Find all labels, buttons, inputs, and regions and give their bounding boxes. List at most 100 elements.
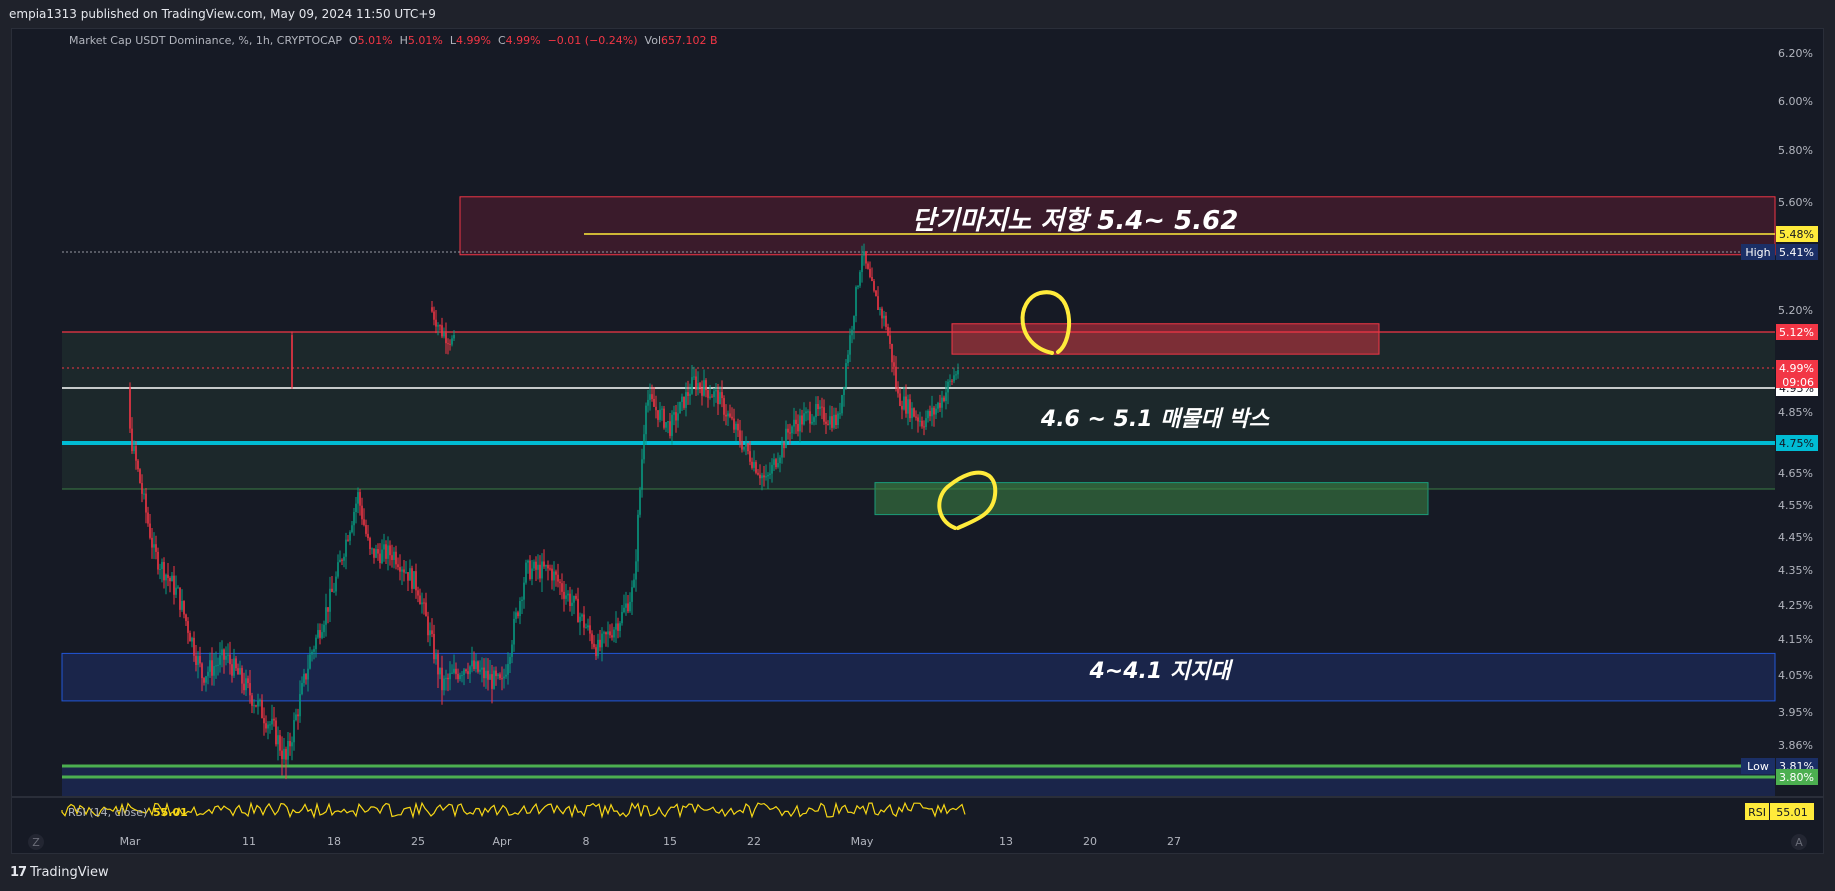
- green-tag-text: 3.80%: [1779, 771, 1814, 784]
- candle-body: [599, 639, 601, 648]
- candle-body: [747, 443, 749, 452]
- candle-body: [885, 315, 887, 327]
- z-button-label: Z: [32, 836, 40, 849]
- candle-body: [351, 525, 353, 533]
- candle-body: [495, 670, 497, 677]
- candle-body: [953, 375, 955, 382]
- candle-body: [531, 568, 533, 580]
- candle-body: [459, 675, 461, 680]
- candle-body: [249, 683, 251, 696]
- target-red-box[interactable]: [951, 323, 1380, 355]
- candle-body: [521, 599, 523, 602]
- candle-body: [761, 475, 763, 479]
- candle-body: [225, 655, 227, 660]
- candle-body: [403, 569, 405, 573]
- candle-body: [463, 669, 465, 675]
- candle-body: [245, 678, 247, 691]
- time-tick-label: 18: [327, 835, 341, 848]
- candle-body: [195, 655, 197, 665]
- time-tick-label: 15: [663, 835, 677, 848]
- candle-body: [693, 376, 695, 378]
- candle-body: [857, 285, 859, 288]
- candle-body: [675, 412, 677, 421]
- candle-body: [775, 459, 777, 468]
- candle-body: [461, 674, 463, 676]
- support-zone[interactable]: [61, 652, 1776, 702]
- candle-body: [823, 407, 825, 422]
- candle-body: [323, 624, 325, 633]
- candle-body: [607, 631, 609, 635]
- candle-body: [715, 390, 717, 392]
- low-value: 4.99%: [456, 34, 491, 47]
- candle-body: [429, 630, 431, 636]
- candle-body: [815, 404, 817, 418]
- candle-body: [863, 251, 865, 256]
- candle-body: [877, 296, 879, 310]
- candle-body: [691, 377, 693, 394]
- candle-body: [705, 380, 707, 391]
- candle-body: [433, 633, 435, 660]
- candle-body: [203, 678, 205, 683]
- rsi-value: 55.01: [153, 806, 188, 819]
- box-top-tag-text: 5.12%: [1779, 326, 1814, 339]
- candle-body: [647, 399, 649, 406]
- candle-body: [923, 426, 925, 428]
- candle-body: [457, 673, 459, 680]
- candle-body: [259, 700, 261, 702]
- candle-body: [479, 669, 481, 672]
- candle-body: [407, 572, 409, 581]
- candle-body: [895, 366, 897, 387]
- candle-body: [223, 649, 225, 660]
- candle-body: [215, 665, 217, 667]
- candle-body: [937, 402, 939, 409]
- candle-body: [369, 538, 371, 549]
- candle-body: [731, 416, 733, 419]
- candle-body: [713, 391, 715, 397]
- target-green-box[interactable]: [874, 482, 1429, 516]
- tradingview-logo[interactable]: 17 TradingView: [10, 865, 109, 880]
- candle-body: [139, 469, 141, 484]
- candle-body: [639, 489, 641, 515]
- candle-body: [887, 326, 889, 336]
- candle-body: [437, 654, 439, 675]
- candle-body: [297, 714, 299, 717]
- candle-body: [551, 568, 553, 581]
- candle-body: [683, 396, 685, 408]
- candle-body: [277, 735, 279, 745]
- candle-body: [679, 401, 681, 414]
- candle-body: [255, 705, 257, 707]
- candle-body: [227, 654, 229, 656]
- candle-body: [673, 412, 675, 415]
- high-tag-text: 5.41%: [1779, 246, 1814, 259]
- candle-body: [523, 582, 525, 600]
- candle-body: [871, 277, 873, 282]
- candle-body: [485, 670, 487, 679]
- candle-body: [265, 723, 267, 729]
- candle-body: [357, 492, 359, 504]
- candle-body: [793, 419, 795, 427]
- candle-body: [319, 630, 321, 638]
- candle-body: [817, 404, 819, 410]
- price-tick-label: 4.55%: [1778, 499, 1813, 512]
- candle-body: [829, 416, 831, 425]
- candle-body: [427, 616, 429, 636]
- candle-body: [643, 434, 645, 460]
- candle-body: [221, 649, 223, 656]
- candle-body: [233, 658, 235, 676]
- price-chart[interactable]: 단기마지노 저항 5.4~ 5.62 4.6 ~ 5.1 매물대 박스 4~4.1 …: [0, 0, 1835, 891]
- candle-body: [799, 415, 801, 432]
- candle-body: [701, 388, 703, 396]
- candle-body: [173, 575, 175, 595]
- time-tick-label: 22: [747, 835, 761, 848]
- candle-body: [363, 519, 365, 525]
- candle-body: [733, 418, 735, 430]
- candle-body: [855, 287, 857, 316]
- candle-body: [671, 414, 673, 436]
- candle-body: [861, 255, 863, 273]
- candle-body: [911, 408, 913, 419]
- supply-box-zone[interactable]: [62, 332, 1775, 489]
- candle-body: [629, 601, 631, 612]
- candle-body: [737, 423, 739, 431]
- candle-body: [839, 413, 841, 415]
- candle-body: [507, 664, 509, 675]
